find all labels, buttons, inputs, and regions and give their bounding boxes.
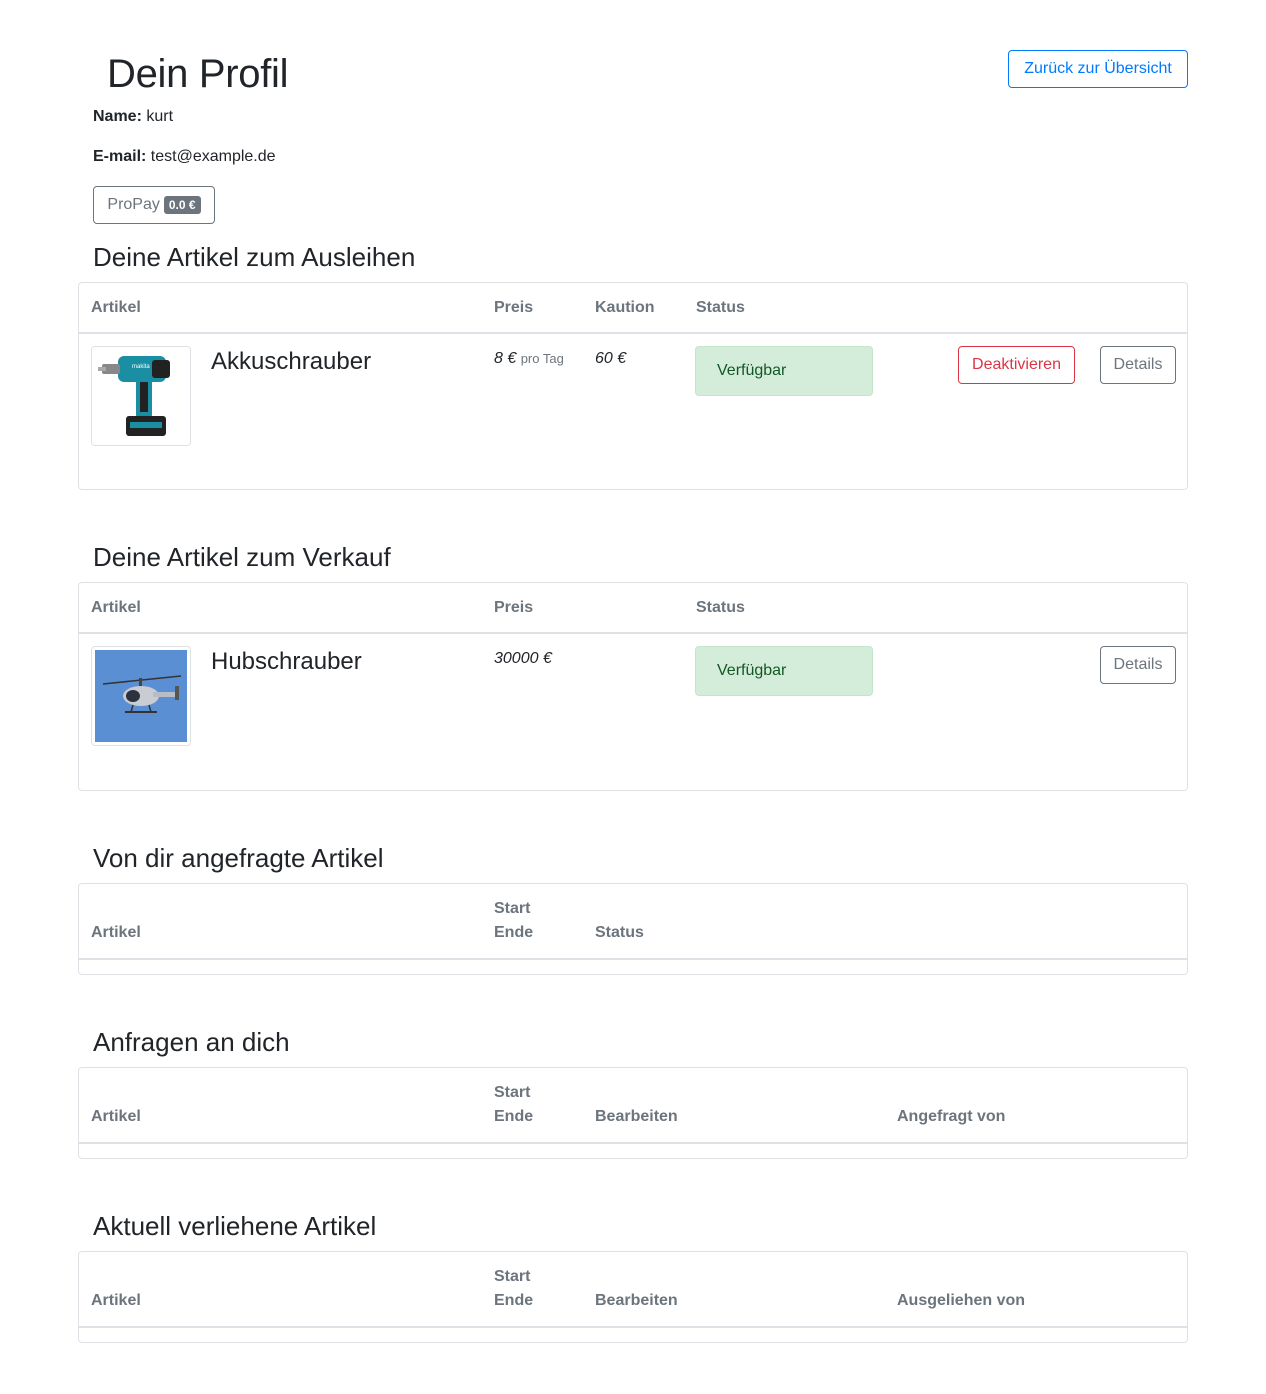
col-header-start: Start bbox=[494, 1084, 531, 1101]
col-header-article: Artikel bbox=[91, 1292, 141, 1309]
col-header-start: Start bbox=[494, 900, 531, 917]
back-to-overview-button[interactable]: Zurück zur Übersicht bbox=[1008, 50, 1188, 88]
col-header-article: Artikel bbox=[91, 299, 141, 316]
col-header-end: Ende bbox=[494, 1292, 534, 1309]
email-value: test@example.de bbox=[150, 148, 276, 165]
col-header-edit: Bearbeiten bbox=[595, 1292, 678, 1309]
sell-section-title: Deine Artikel zum Verkauf bbox=[93, 542, 391, 572]
lend-section-title: Deine Artikel zum Ausleihen bbox=[93, 242, 416, 272]
col-header-requested-by: Angefragt von bbox=[897, 1108, 1006, 1125]
lent-table-header: Artikel Start Ende Bearbeiten Ausgeliehe… bbox=[79, 1252, 1187, 1328]
svg-text:makita: makita bbox=[132, 364, 150, 370]
lent-table: Artikel Start Ende Bearbeiten Ausgeliehe… bbox=[78, 1251, 1188, 1343]
col-header-status: Status bbox=[595, 924, 644, 941]
details-button[interactable]: Details bbox=[1100, 346, 1176, 384]
page-title: Dein Profil bbox=[107, 52, 289, 96]
col-header-status: Status bbox=[696, 299, 745, 316]
item-price-unit: pro Tag bbox=[520, 351, 564, 366]
propay-button[interactable]: ProPay 0.0 € bbox=[93, 186, 215, 224]
item-name[interactable]: Hubschrauber bbox=[211, 648, 362, 676]
propay-label: ProPay bbox=[107, 196, 160, 213]
email-label: E-mail: bbox=[93, 148, 147, 165]
propay-balance-badge: 0.0 € bbox=[163, 196, 201, 214]
requests-section-title: Anfragen an dich bbox=[93, 1027, 290, 1057]
col-header-end: Ende bbox=[494, 1108, 534, 1125]
item-price: 30000 € bbox=[494, 650, 552, 667]
status-badge: Verfügbar bbox=[695, 646, 873, 696]
sell-table-header: Artikel Preis Status bbox=[79, 583, 1187, 634]
sell-table: Artikel Preis Status Hubschrauber 30000 … bbox=[78, 582, 1188, 791]
col-header-deposit: Kaution bbox=[595, 299, 655, 316]
status-badge: Verfügbar bbox=[695, 346, 873, 396]
name-label: Name: bbox=[93, 108, 142, 125]
item-price: 8 € pro Tag bbox=[494, 350, 564, 368]
requested-table-header: Artikel Start Ende Status bbox=[79, 884, 1187, 960]
item-name[interactable]: Akkuschrauber bbox=[211, 348, 371, 376]
col-header-edit: Bearbeiten bbox=[595, 1108, 678, 1125]
col-header-borrowed-by: Ausgeliehen von bbox=[897, 1292, 1026, 1309]
col-header-article: Artikel bbox=[91, 924, 141, 941]
requests-table-header: Artikel Start Ende Bearbeiten Angefragt … bbox=[79, 1068, 1187, 1144]
col-header-article: Artikel bbox=[91, 599, 141, 616]
lend-table-header: Artikel Preis Kaution Status bbox=[79, 283, 1187, 334]
col-header-status: Status bbox=[696, 599, 745, 616]
lend-table: Artikel Preis Kaution Status makita Akku… bbox=[78, 282, 1188, 490]
requests-table: Artikel Start Ende Bearbeiten Angefragt … bbox=[78, 1067, 1188, 1159]
col-header-start: Start bbox=[494, 1268, 531, 1285]
lent-section-title: Aktuell verliehene Artikel bbox=[93, 1211, 377, 1241]
details-button[interactable]: Details bbox=[1100, 646, 1176, 684]
col-header-end: Ende bbox=[494, 924, 534, 941]
item-deposit: 60 € bbox=[595, 350, 627, 367]
item-price-value: 8 € bbox=[494, 350, 517, 367]
requested-table: Artikel Start Ende Status bbox=[78, 883, 1188, 975]
cordless-drill-image: makita bbox=[91, 346, 191, 446]
deactivate-button[interactable]: Deaktivieren bbox=[958, 346, 1075, 384]
profile-email: E-mail: test@example.de bbox=[93, 148, 276, 166]
table-row: Hubschrauber 30000 € Verfügbar Details bbox=[79, 634, 1187, 790]
profile-name: Name: kurt bbox=[93, 108, 173, 126]
col-header-article: Artikel bbox=[91, 1108, 141, 1125]
col-header-price: Preis bbox=[494, 599, 534, 616]
requested-section-title: Von dir angefragte Artikel bbox=[93, 843, 384, 873]
name-value: kurt bbox=[146, 108, 174, 125]
table-row: makita Akkuschrauber 8 € pro Tag 60 € Ve… bbox=[79, 334, 1187, 489]
helicopter-image bbox=[91, 646, 191, 746]
col-header-price: Preis bbox=[494, 299, 534, 316]
